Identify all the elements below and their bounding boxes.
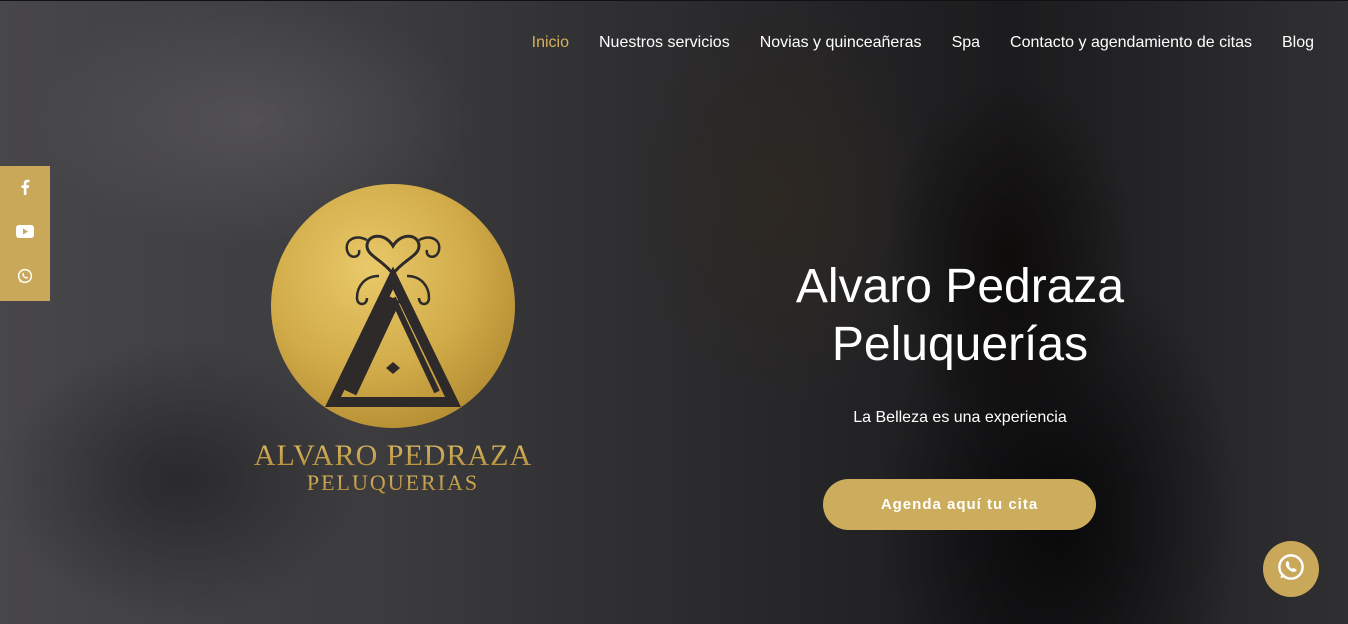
logo-line1: ALVARO PEDRAZA — [254, 439, 532, 472]
hero-title-line1: Alvaro Pedraza — [795, 260, 1125, 313]
nav-servicios[interactable]: Nuestros servicios — [599, 33, 730, 53]
nav-spa[interactable]: Spa — [952, 33, 980, 53]
main-navigation: Inicio Nuestros servicios Novias y quinc… — [502, 33, 1314, 53]
social-sidebar — [0, 166, 50, 301]
hero-tagline: La Belleza es una experiencia — [853, 409, 1067, 426]
whatsapp-float-button[interactable] — [1263, 541, 1319, 597]
whatsapp-icon — [1276, 552, 1306, 587]
nav-novias[interactable]: Novias y quinceañeras — [760, 33, 922, 53]
facebook-icon[interactable] — [20, 179, 30, 200]
hero-title-line2: Peluquerías — [831, 318, 1089, 371]
hero-title: Alvaro Pedraza Peluquerías — [760, 258, 1160, 374]
nav-blog[interactable]: Blog — [1282, 33, 1314, 53]
brand-logo: ALVARO PEDRAZA PELUQUERIAS — [253, 180, 533, 500]
whatsapp-icon[interactable] — [17, 268, 33, 289]
book-appointment-button[interactable]: Agenda aquí tu cita — [823, 479, 1096, 530]
logo-line2: PELUQUERIAS — [307, 470, 479, 495]
nav-inicio[interactable]: Inicio — [532, 33, 569, 53]
nav-contacto[interactable]: Contacto y agendamiento de citas — [1010, 33, 1252, 53]
youtube-icon[interactable] — [16, 224, 34, 243]
top-border — [0, 0, 1348, 1]
